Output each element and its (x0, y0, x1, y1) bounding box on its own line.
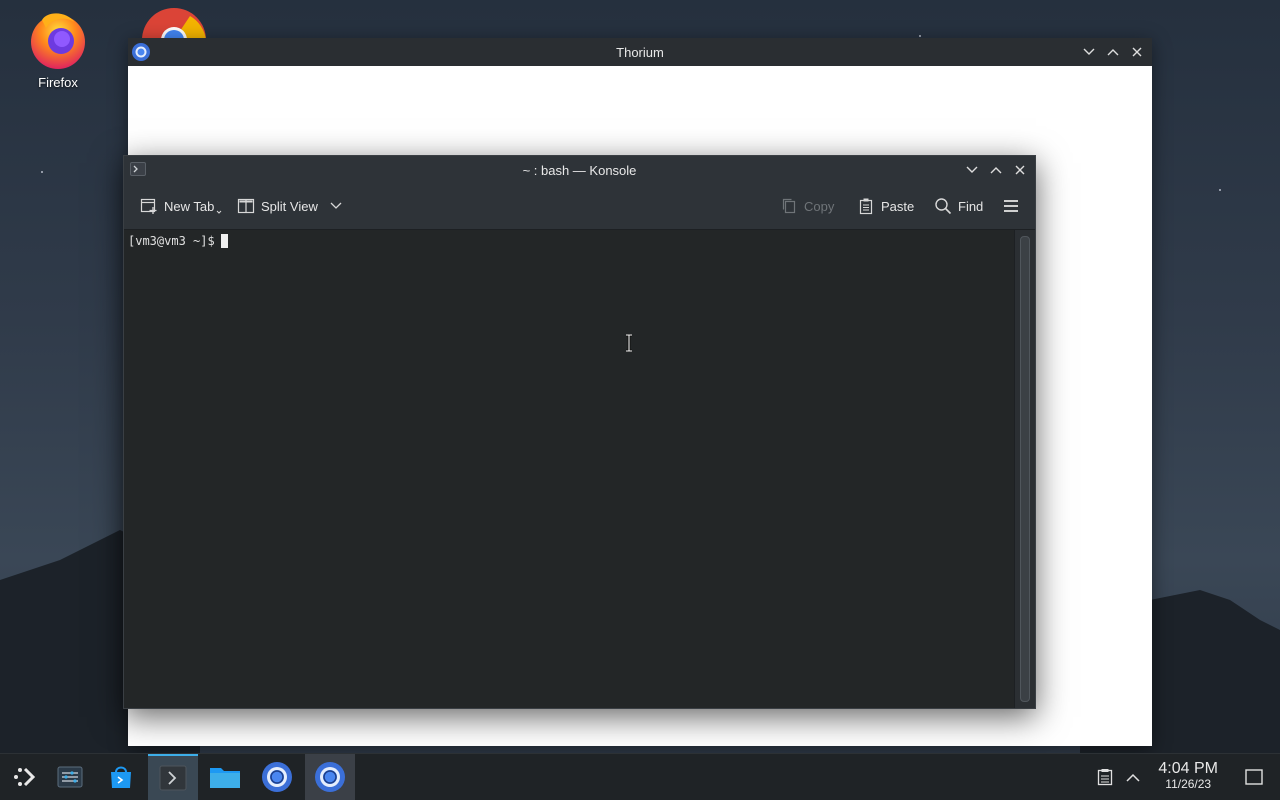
chevron-down-icon (1083, 48, 1095, 55)
chevron-down-icon (216, 210, 222, 214)
scrollbar-thumb[interactable] (1020, 236, 1030, 702)
konsole-icon (159, 765, 187, 791)
new-tab-button[interactable]: New Tab (134, 191, 228, 221)
konsole-toolbar: New Tab Split View Copy Paste Find (124, 184, 1035, 230)
terminal-prompt-line: [vm3@vm3 ~]$ (128, 234, 228, 248)
close-icon (1015, 165, 1025, 175)
maximize-button[interactable] (1104, 43, 1122, 61)
dolphin-files-icon (210, 768, 240, 788)
show-desktop-icon (1245, 769, 1263, 785)
task-switcher-button[interactable] (46, 754, 94, 800)
application-launcher-button[interactable] (0, 754, 48, 800)
copy-button[interactable]: Copy (774, 191, 840, 221)
task-switcher-icon (57, 766, 83, 788)
application-launcher-icon (14, 767, 36, 787)
show-hidden-icons-button[interactable] (1118, 754, 1148, 800)
firefox-icon (31, 13, 85, 69)
terminal-prompt: [vm3@vm3 ~]$ (128, 234, 215, 248)
maximize-button[interactable] (987, 161, 1005, 179)
show-desktop-button[interactable] (1232, 754, 1276, 800)
text-cursor-icon (626, 334, 632, 352)
terminal-area[interactable]: [vm3@vm3 ~]$ (124, 230, 1014, 708)
konsole-titlebar[interactable]: ~ : bash — Konsole (124, 156, 1035, 184)
minimize-button[interactable] (1080, 43, 1098, 61)
chevron-down-icon (330, 202, 342, 209)
digital-clock[interactable]: 4:04 PM 11/26/23 (1158, 760, 1218, 791)
hamburger-menu-icon (1004, 200, 1018, 212)
thorium-icon (132, 43, 150, 61)
thorium-titlebar[interactable]: Thorium (128, 38, 1152, 66)
close-button[interactable] (1011, 161, 1029, 179)
chevron-up-icon (1126, 773, 1140, 782)
search-icon (935, 198, 952, 215)
konsole-title: ~ : bash — Konsole (522, 162, 637, 178)
terminal-cursor (220, 234, 228, 248)
taskbar-dolphin[interactable] (201, 754, 249, 800)
thorium-icon (315, 762, 345, 792)
find-label: Find (958, 198, 984, 214)
find-button[interactable]: Find (928, 191, 989, 221)
konsole-window[interactable]: ~ : bash — Konsole New Tab Split View Co… (123, 155, 1036, 709)
copy-icon (782, 198, 796, 214)
split-view-button[interactable]: Split View (231, 191, 348, 221)
taskbar-thorium[interactable] (253, 754, 301, 800)
taskbar: 4:04 PM 11/26/23 (0, 753, 1280, 800)
split-view-label: Split View (261, 198, 318, 214)
new-tab-icon (140, 198, 157, 214)
discover-icon (111, 766, 131, 788)
clipboard-icon (1097, 769, 1113, 786)
chevron-up-icon (990, 167, 1002, 174)
minimize-button[interactable] (963, 161, 981, 179)
desktop-icon-firefox[interactable]: Firefox (22, 8, 94, 90)
menu-button[interactable] (996, 191, 1026, 221)
desktop-icon-label: Firefox (38, 75, 78, 90)
paste-icon (859, 198, 873, 215)
taskbar-konsole[interactable] (148, 754, 198, 800)
split-view-icon (237, 198, 255, 214)
new-tab-label: New Tab (164, 198, 215, 214)
discover-button[interactable] (97, 754, 145, 800)
thorium-icon (262, 762, 292, 792)
paste-label: Paste (881, 198, 915, 214)
copy-label: Copy (804, 198, 835, 214)
chevron-up-icon (1107, 49, 1119, 56)
chevron-down-icon (966, 166, 978, 173)
clock-date: 11/26/23 (1165, 777, 1212, 791)
thorium-title: Thorium (616, 44, 664, 60)
konsole-icon (130, 162, 146, 176)
clock-time: 4:04 PM (1158, 760, 1218, 777)
taskbar-thorium-active[interactable] (305, 754, 355, 800)
close-icon (1132, 47, 1142, 57)
close-button[interactable] (1128, 43, 1146, 61)
terminal-scrollbar[interactable] (1014, 230, 1035, 708)
paste-button[interactable]: Paste (851, 191, 920, 221)
